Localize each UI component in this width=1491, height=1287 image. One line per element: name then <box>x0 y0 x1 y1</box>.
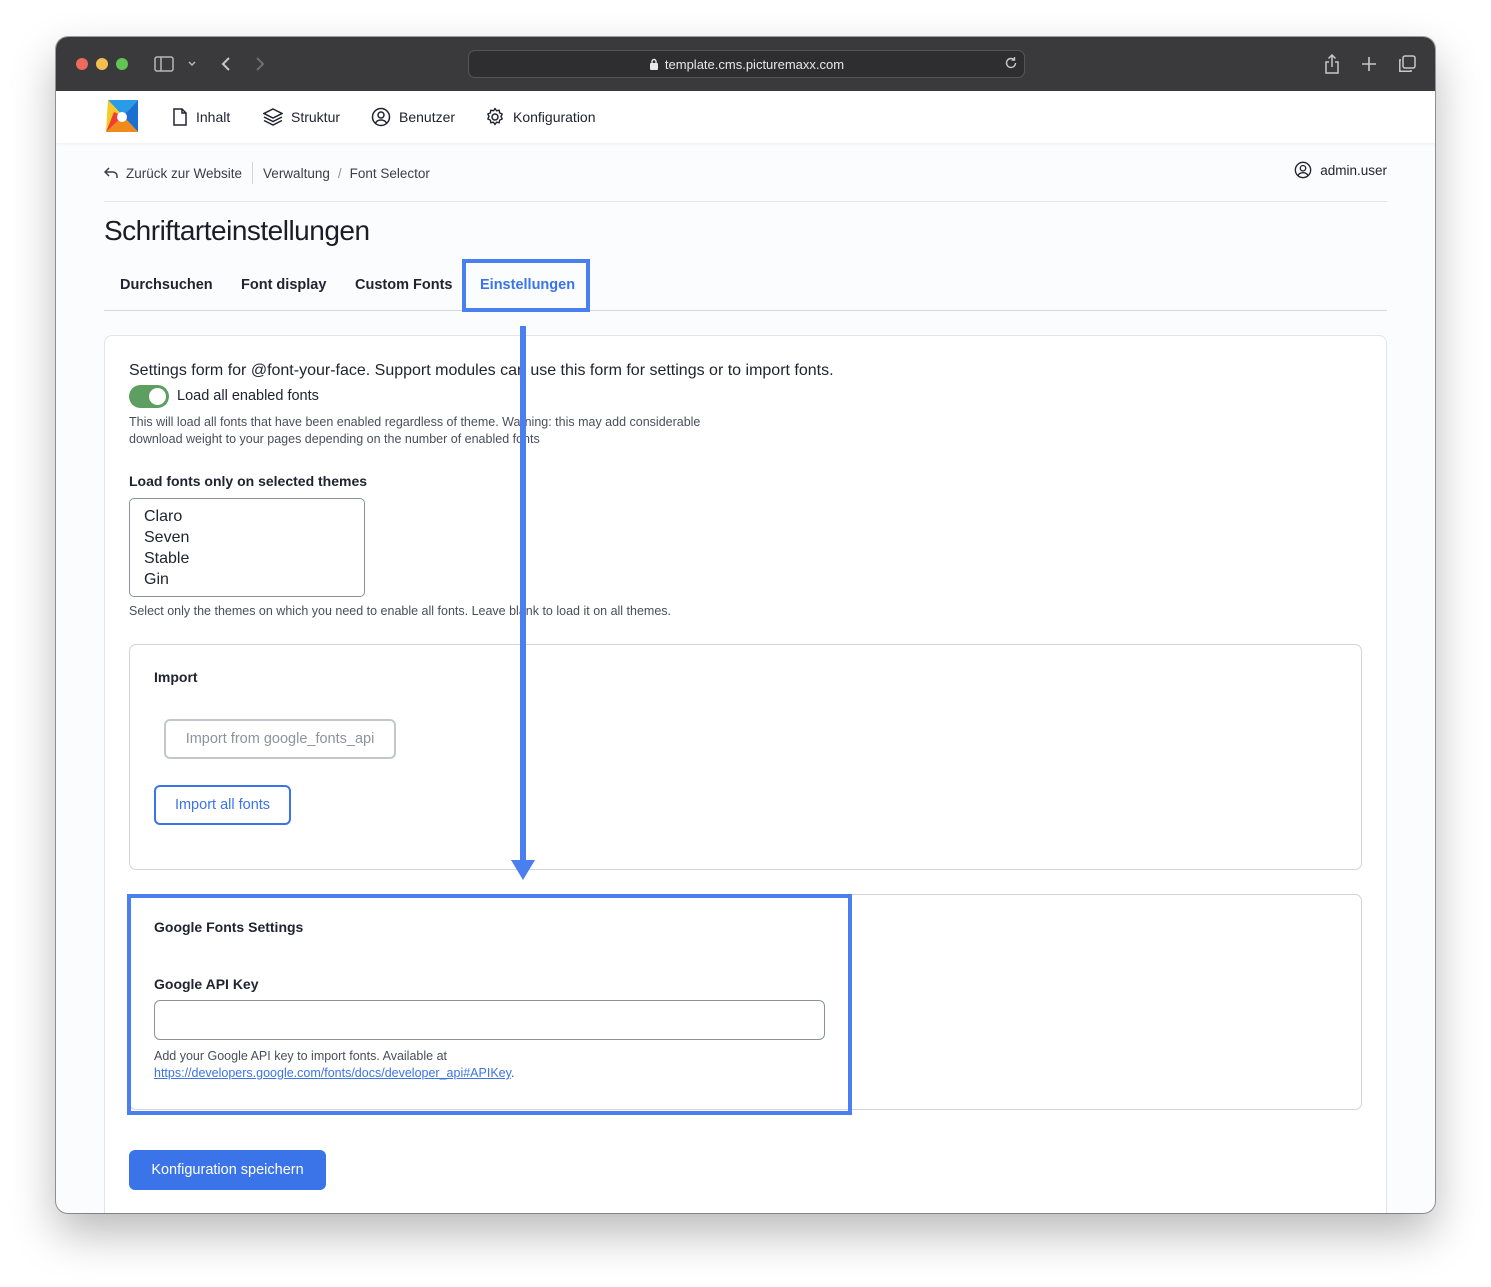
themes-label: Load fonts only on selected themes <box>129 473 368 489</box>
chevron-down-icon[interactable] <box>180 52 204 76</box>
annotation-arrow-head <box>511 860 535 880</box>
cms-logo[interactable] <box>104 98 140 134</box>
back-icon[interactable] <box>214 52 238 76</box>
google-settings-highlight-annotation <box>127 894 852 1115</box>
user-menu[interactable]: admin.user <box>1294 161 1387 179</box>
load-all-fonts-label: Load all enabled fonts <box>177 388 319 404</box>
layers-icon <box>263 108 283 126</box>
annotation-arrow-shaft <box>520 326 526 861</box>
user-circle-icon <box>371 107 391 127</box>
import-legend: Import <box>154 669 198 685</box>
gear-icon <box>487 107 503 126</box>
reload-icon[interactable] <box>1004 56 1018 73</box>
file-icon <box>173 108 187 126</box>
toolbar-item-konfiguration[interactable]: Konfiguration <box>485 105 596 129</box>
browser-titlebar: template.cms.picturemaxx.com <box>56 37 1435 91</box>
tab-durchsuchen[interactable]: Durchsuchen <box>120 277 213 293</box>
header-divider <box>104 201 1387 202</box>
import-google-fonts-button[interactable]: Import from google_fonts_api <box>164 719 396 759</box>
toolbar-item-label: Benutzer <box>399 109 456 125</box>
sidebar-toggle-icon[interactable] <box>152 52 176 76</box>
toolbar-item-label: Konfiguration <box>513 109 596 125</box>
back-to-site-link[interactable]: Zurück zur Website <box>126 166 242 181</box>
breadcrumb-separator: / <box>337 165 342 181</box>
breadcrumb-item-verwaltung[interactable]: Verwaltung <box>263 166 330 181</box>
tab-custom-fonts[interactable]: Custom Fonts <box>355 277 452 293</box>
page-title: Schriftarteinstellungen <box>104 215 370 246</box>
load-all-description-line2: download weight to your pages depending … <box>129 432 540 446</box>
themes-multiselect[interactable]: Claro Seven Stable Gin <box>129 498 365 597</box>
lock-icon <box>649 58 659 70</box>
import-all-fonts-button[interactable]: Import all fonts <box>154 785 291 825</box>
themes-description: Select only the themes on which you need… <box>129 604 672 618</box>
user-circle-icon <box>1294 161 1312 179</box>
form-intro: Settings form for @font-your-face. Suppo… <box>129 362 834 379</box>
breadcrumb-divider <box>252 162 254 184</box>
toolbar-item-label: Struktur <box>291 109 341 125</box>
load-all-fonts-toggle[interactable] <box>129 385 169 408</box>
url-text: template.cms.picturemaxx.com <box>664 56 845 72</box>
share-icon[interactable] <box>1320 52 1344 76</box>
tab-font-display[interactable]: Font display <box>241 277 326 293</box>
toolbar-item-benutzer[interactable]: Benutzer <box>371 105 455 129</box>
return-arrow-icon <box>104 167 118 178</box>
user-name: admin.user <box>1320 162 1387 178</box>
tab-overview-icon[interactable] <box>1395 52 1419 76</box>
breadcrumb-item-current: Font Selector <box>349 165 430 181</box>
forward-icon[interactable] <box>248 52 272 76</box>
toolbar-item-inhalt[interactable]: Inhalt <box>172 105 230 129</box>
tab-highlight-annotation <box>462 259 590 312</box>
save-configuration-button[interactable]: Konfiguration speichern <box>129 1150 326 1190</box>
browser-window: template.cms.picturemaxx.com Inhalt Stru… <box>56 37 1435 1213</box>
tabs-divider <box>104 310 1387 311</box>
theme-option[interactable]: Gin <box>144 569 350 590</box>
theme-option[interactable]: Seven <box>144 527 350 548</box>
toggle-knob <box>149 388 166 405</box>
admin-toolbar: Inhalt Struktur Benutzer Konfiguration <box>56 91 1435 143</box>
close-window-button[interactable] <box>76 58 88 70</box>
breadcrumb: Zurück zur Website Verwaltung / Font Sel… <box>104 159 430 187</box>
toolbar-item-label: Inhalt <box>196 109 231 125</box>
minimize-window-button[interactable] <box>96 58 108 70</box>
zoom-window-button[interactable] <box>116 58 128 70</box>
theme-option[interactable]: Stable <box>144 548 350 569</box>
new-tab-icon[interactable] <box>1357 52 1381 76</box>
load-all-description-line1: This will load all fonts that have been … <box>129 415 701 429</box>
address-bar[interactable]: template.cms.picturemaxx.com <box>468 50 1025 78</box>
toolbar-item-struktur[interactable]: Struktur <box>263 105 340 129</box>
theme-option[interactable]: Claro <box>144 506 350 527</box>
